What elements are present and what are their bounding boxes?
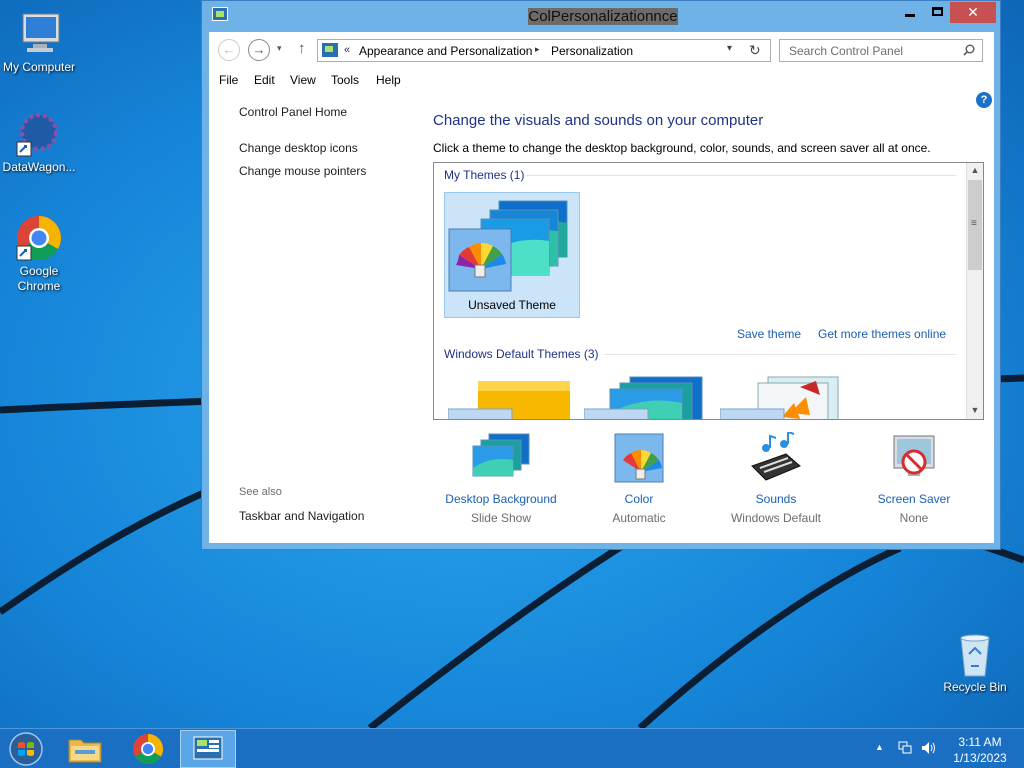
window-client: ← → ▾ ↑ « Appearance and Personalization…	[209, 32, 994, 543]
address-bar[interactable]: « Appearance and Personalization ▸ Perso…	[317, 39, 771, 62]
desktop-icon-label: Recycle Bin	[943, 680, 1007, 694]
menu-bar: File Edit View Tools Help	[209, 69, 994, 91]
theme-preview-icon	[448, 200, 568, 292]
color-value: Automatic	[612, 511, 666, 525]
clock-time[interactable]: 3:11 AM	[942, 735, 1018, 749]
default-theme-flowers[interactable]	[720, 373, 850, 420]
window-title: ColPersonalizationnce	[528, 8, 678, 25]
desktop-icon-label: My Computer	[2, 60, 76, 74]
taskbar-control-panel[interactable]	[180, 730, 236, 768]
screen-saver-label[interactable]: Screen Saver	[849, 492, 979, 506]
menu-edit[interactable]: Edit	[254, 73, 275, 87]
help-icon[interactable]: ?	[976, 92, 992, 108]
minimize-button[interactable]	[896, 2, 924, 23]
control-panel-icon	[193, 736, 223, 760]
group-divider	[526, 175, 956, 176]
my-themes-header: My Themes (1)	[444, 168, 525, 182]
default-theme-lines-and-colors[interactable]	[584, 373, 714, 420]
desktop-background-option[interactable]: Desktop Background Slide Show	[436, 432, 566, 525]
control-panel-home-link[interactable]: Control Panel Home	[239, 105, 347, 119]
taskbar: ▲ 3:11 AM 1/13/2023	[0, 728, 1024, 768]
change-mouse-pointers-link[interactable]: Change mouse pointers	[239, 164, 366, 178]
screen-saver-icon	[884, 432, 944, 488]
menu-file[interactable]: File	[219, 73, 238, 87]
unsaved-theme-label: Unsaved Theme	[468, 298, 556, 312]
close-button[interactable]: ✕	[950, 2, 996, 23]
start-button[interactable]	[6, 731, 46, 767]
desktop-icon-label: Google Chrome	[17, 264, 61, 293]
taskbar-chrome[interactable]	[120, 730, 176, 768]
windows-default-themes-header: Windows Default Themes (3)	[444, 347, 599, 361]
menu-help[interactable]: Help	[376, 73, 401, 87]
default-theme-windows[interactable]	[448, 373, 578, 420]
screen-saver-value: None	[899, 511, 929, 525]
back-button[interactable]: ←	[218, 39, 240, 61]
color-label[interactable]: Color	[574, 492, 704, 506]
desktop-icon-my-computer[interactable]: My Computer	[0, 10, 79, 75]
maximize-button[interactable]	[924, 2, 950, 23]
control-panel-icon	[322, 43, 338, 57]
computer-icon	[15, 10, 63, 58]
themes-list: My Themes (1) Unsaved Theme Save theme G…	[433, 162, 984, 420]
address-dropdown-button[interactable]: ▾	[727, 43, 732, 54]
desktop-background-value: Slide Show	[470, 511, 532, 525]
close-icon: ✕	[967, 4, 979, 20]
menu-tools[interactable]: Tools	[331, 73, 359, 87]
scroll-up-button[interactable]: ▲	[967, 165, 983, 177]
save-theme-link[interactable]: Save theme	[737, 327, 801, 341]
desktop-icon-datawagon[interactable]: DataWagon...	[0, 110, 79, 175]
recent-locations-button[interactable]: ▾	[277, 43, 282, 54]
volume-icon[interactable]	[921, 740, 937, 756]
search-input[interactable]	[780, 40, 955, 61]
breadcrumb-appearance-and-personalization[interactable]: Appearance and Personalization	[359, 44, 532, 58]
maximize-icon	[931, 7, 943, 16]
themes-scrollbar[interactable]: ▲ ▼	[966, 163, 983, 419]
taskbar-and-navigation-link[interactable]: Taskbar and Navigation	[239, 509, 364, 523]
breadcrumb-separator-icon[interactable]: ▸	[535, 44, 540, 55]
file-explorer-icon	[68, 739, 102, 763]
up-button[interactable]: ↑	[298, 40, 306, 57]
change-desktop-icons-link[interactable]: Change desktop icons	[239, 141, 358, 155]
navigation-bar: ← → ▾ ↑ « Appearance and Personalization…	[209, 32, 994, 68]
menu-view[interactable]: View	[290, 73, 316, 87]
sounds-label[interactable]: Sounds	[711, 492, 841, 506]
datawagon-icon	[15, 110, 63, 158]
minimize-icon	[905, 14, 915, 17]
color-icon	[609, 432, 669, 488]
desktop-background-icon	[471, 432, 531, 488]
color-option[interactable]: Color Automatic	[574, 432, 704, 525]
sounds-value: Windows Default	[730, 511, 822, 525]
scroll-thumb[interactable]	[968, 180, 982, 270]
breadcrumb-personalization[interactable]: Personalization	[551, 44, 633, 58]
chrome-icon	[133, 734, 164, 765]
unsaved-theme-tile[interactable]: Unsaved Theme	[444, 192, 580, 318]
chrome-icon	[15, 214, 63, 262]
desktop-icon-recycle-bin[interactable]: Recycle Bin	[935, 630, 1015, 695]
search-icon[interactable]	[963, 44, 975, 56]
group-divider	[604, 354, 956, 355]
see-also-label: See also	[239, 486, 282, 498]
scroll-down-button[interactable]: ▼	[967, 405, 983, 417]
title-bar[interactable]: ColPersonalizationnce ✕	[202, 1, 1000, 31]
search-box	[779, 39, 983, 62]
page-title: Change the visuals and sounds on your co…	[433, 112, 764, 129]
sounds-icon	[746, 430, 806, 488]
recycle-bin-icon	[951, 630, 999, 678]
page-subtitle: Click a theme to change the desktop back…	[433, 141, 931, 155]
show-hidden-icons-button[interactable]: ▲	[875, 742, 884, 752]
refresh-button[interactable]: ↻	[749, 42, 761, 59]
clock-date[interactable]: 1/13/2023	[942, 751, 1018, 765]
sounds-option[interactable]: Sounds Windows Default	[711, 430, 841, 525]
desktop-icon-label: DataWagon...	[2, 160, 76, 174]
forward-button[interactable]: →	[248, 39, 270, 61]
control-panel-icon	[212, 7, 228, 21]
personalization-window: ColPersonalizationnce ✕ ← → ▾ ↑ « Appear…	[201, 0, 1001, 550]
network-icon[interactable]	[898, 741, 912, 755]
get-more-themes-link[interactable]: Get more themes online	[818, 327, 946, 341]
address-overflow-chevron[interactable]: «	[344, 44, 350, 56]
desktop-background-label[interactable]: Desktop Background	[436, 492, 566, 506]
screen-saver-option[interactable]: Screen Saver None	[849, 432, 979, 525]
taskbar-file-explorer[interactable]	[57, 730, 113, 768]
desktop-icon-chrome[interactable]: Google Chrome	[0, 214, 79, 294]
